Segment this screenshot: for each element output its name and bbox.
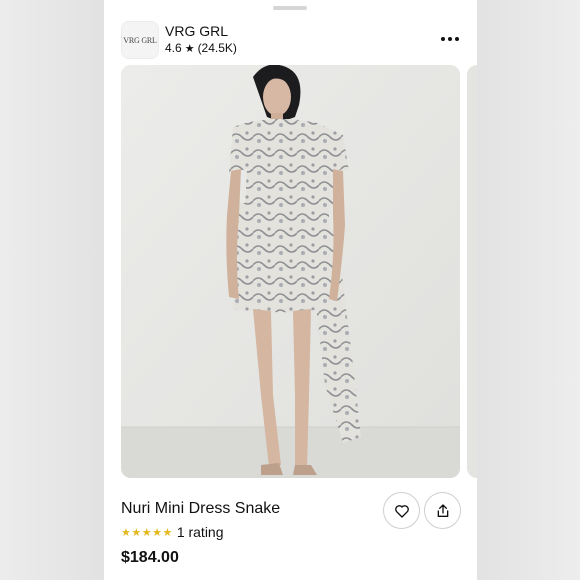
- heart-icon: [394, 504, 409, 518]
- more-horizontal-icon: [441, 37, 445, 41]
- shop-review-count: (24.5K): [197, 41, 237, 55]
- product-price: $184.00: [121, 549, 179, 566]
- share-button[interactable]: [424, 492, 461, 529]
- product-rating[interactable]: ★★★★★ 1 rating: [121, 524, 224, 540]
- rating-count: 1 rating: [176, 524, 224, 540]
- shop-rating: 4.6 ★ (24.5K): [165, 41, 237, 55]
- background-right: [476, 0, 580, 580]
- product-title: Nuri Mini Dress Snake: [121, 500, 281, 517]
- star-icon: ★: [184, 42, 195, 55]
- shop-name[interactable]: VRG GRL: [165, 23, 228, 39]
- shop-logo[interactable]: VRG GRL: [121, 21, 159, 59]
- background-left: [0, 0, 104, 580]
- more-options-button[interactable]: [436, 30, 464, 48]
- favorite-button[interactable]: [383, 492, 420, 529]
- share-icon: [437, 503, 448, 517]
- shop-rating-value: 4.6: [165, 41, 182, 55]
- sheet-grabber[interactable]: [273, 6, 307, 10]
- star-rating-icon: ★★★★★: [121, 526, 173, 539]
- product-sheet: VRG GRL VRG GRL 4.6 ★ (24.5K) Nuri Mini …: [104, 0, 477, 580]
- product-image[interactable]: [121, 65, 460, 478]
- next-product-image[interactable]: [467, 65, 477, 478]
